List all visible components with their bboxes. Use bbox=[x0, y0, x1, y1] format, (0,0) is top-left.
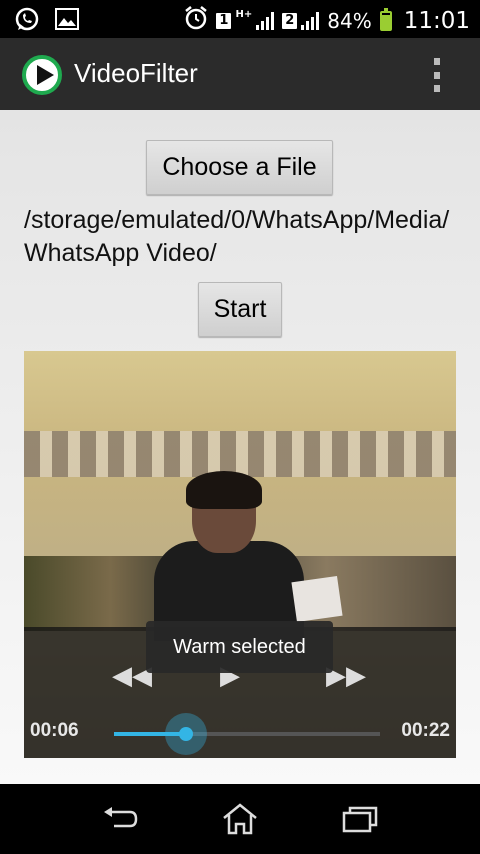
more-vert-icon[interactable] bbox=[430, 58, 444, 92]
gallery-icon bbox=[54, 7, 80, 35]
battery-icon bbox=[379, 7, 392, 31]
play-logo-icon[interactable] bbox=[22, 55, 62, 95]
sim1-signal-icon: 1 H+ bbox=[216, 9, 275, 30]
nav-bar bbox=[0, 784, 480, 854]
duration: 00:22 bbox=[401, 720, 450, 741]
toast-message: Warm selected bbox=[146, 621, 333, 673]
selected-path: /storage/emulated/0/WhatsApp/Media/Whats… bbox=[24, 206, 450, 267]
app-title: VideoFilter bbox=[74, 58, 198, 88]
sim2-label: 2 bbox=[282, 12, 298, 29]
seek-bar[interactable] bbox=[114, 713, 380, 755]
whatsapp-icon bbox=[14, 6, 40, 36]
status-icons: 1 H+ 2 84% 11:01 bbox=[184, 5, 470, 36]
video-player[interactable]: ◀◀ ▶ ▶▶ 00:06 00:22 bbox=[24, 351, 456, 758]
recent-apps-icon[interactable] bbox=[330, 796, 390, 842]
clock: 11:01 bbox=[403, 7, 470, 34]
seek-thumb[interactable] bbox=[164, 713, 207, 755]
status-bar: 1 H+ 2 84% 11:01 bbox=[0, 0, 480, 38]
action-bar: VideoFilter bbox=[0, 38, 480, 110]
back-icon[interactable] bbox=[90, 796, 150, 842]
sim1-label: 1 bbox=[216, 12, 232, 29]
home-icon[interactable] bbox=[210, 796, 270, 842]
main-content: Choose a File /storage/emulated/0/WhatsA… bbox=[0, 110, 480, 784]
current-time: 00:06 bbox=[30, 720, 79, 741]
notification-area bbox=[14, 6, 80, 36]
network-type: H+ bbox=[235, 9, 253, 20]
sim2-signal-icon: 2 bbox=[282, 11, 320, 30]
video-frame-person bbox=[134, 471, 343, 641]
alarm-icon bbox=[184, 5, 208, 36]
battery-percent: 84% bbox=[327, 8, 372, 33]
choose-file-button[interactable]: Choose a File bbox=[146, 140, 333, 195]
start-button[interactable]: Start bbox=[198, 282, 282, 337]
